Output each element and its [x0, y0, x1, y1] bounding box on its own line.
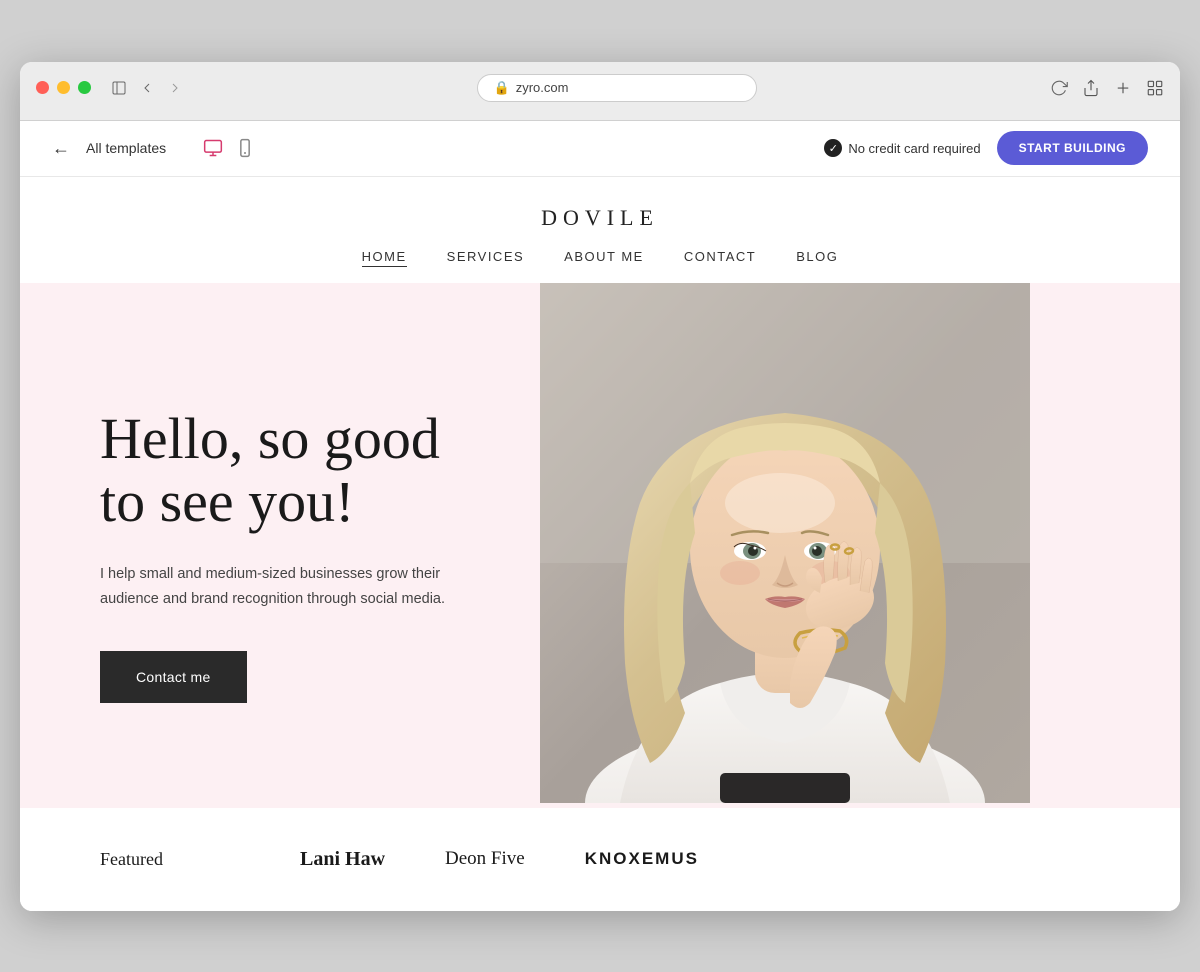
mobile-view-icon[interactable]: [234, 137, 256, 159]
featured-label: Featured: [100, 849, 260, 870]
forward-icon[interactable]: [167, 80, 183, 96]
hero-image: [540, 283, 1030, 808]
hero-section: Hello, so good to see you! I help small …: [20, 283, 1180, 808]
nav-services[interactable]: SERVICES: [447, 249, 525, 267]
url-text: zyro.com: [516, 80, 569, 95]
hero-portrait-svg: [540, 283, 1030, 803]
maximize-button[interactable]: [78, 81, 91, 94]
start-building-button[interactable]: START BUILDING: [997, 131, 1148, 165]
brand-logos: Lani Haw Deon Five KNOXEMUS: [260, 848, 1100, 871]
app-bar: ← All templates: [20, 121, 1180, 177]
nav-home[interactable]: HOME: [362, 249, 407, 267]
nav-blog[interactable]: BLOG: [796, 249, 838, 267]
brand-lani-haw: Lani Haw: [300, 848, 385, 871]
windows-icon[interactable]: [1146, 79, 1164, 97]
app-bar-right: ✓ No credit card required START BUILDING: [824, 131, 1148, 165]
website-preview: DOVILE HOME SERVICES ABOUT ME CONTACT BL…: [20, 177, 1180, 911]
browser-tabs: [36, 112, 1164, 120]
sidebar-icon[interactable]: [111, 80, 127, 96]
contact-me-button[interactable]: Contact me: [100, 651, 247, 703]
browser-titlebar: 🔒 zyro.com: [36, 74, 1164, 102]
close-button[interactable]: [36, 81, 49, 94]
hero-subtitle: I help small and medium-sized businesses…: [100, 562, 470, 611]
address-bar[interactable]: 🔒 zyro.com: [191, 74, 1042, 102]
site-header: DOVILE HOME SERVICES ABOUT ME CONTACT BL…: [20, 177, 1180, 283]
site-nav: HOME SERVICES ABOUT ME CONTACT BLOG: [20, 249, 1180, 283]
site-logo: DOVILE: [20, 205, 1180, 231]
all-templates-link[interactable]: All templates: [86, 140, 166, 156]
brand-knoxemus: KNOXEMUS: [585, 849, 699, 869]
back-icon[interactable]: [139, 80, 155, 96]
back-arrow[interactable]: ←: [52, 138, 70, 159]
hero-content: Hello, so good to see you! I help small …: [20, 283, 540, 808]
brand-deon-five: Deon Five: [445, 848, 525, 870]
view-icons: [202, 137, 256, 159]
lock-icon: 🔒: [494, 80, 510, 96]
featured-section: Featured Lani Haw Deon Five KNOXEMUS: [20, 808, 1180, 911]
hero-title: Hello, so good to see you!: [100, 407, 480, 535]
refresh-icon[interactable]: [1050, 79, 1068, 97]
desktop-view-icon[interactable]: [202, 137, 224, 159]
browser-chrome: 🔒 zyro.com: [20, 62, 1180, 121]
new-tab-icon[interactable]: [1114, 79, 1132, 97]
share-icon[interactable]: [1082, 79, 1100, 97]
app-bar-left: ← All templates: [52, 137, 256, 159]
browser-right-controls: [1050, 79, 1164, 97]
check-icon: ✓: [824, 139, 842, 157]
no-credit-label: ✓ No credit card required: [824, 139, 980, 157]
nav-about[interactable]: ABOUT ME: [564, 249, 644, 267]
nav-contact[interactable]: CONTACT: [684, 249, 756, 267]
browser-window: 🔒 zyro.com ← All templates: [20, 62, 1180, 911]
browser-nav-controls: [111, 80, 183, 96]
minimize-button[interactable]: [57, 81, 70, 94]
